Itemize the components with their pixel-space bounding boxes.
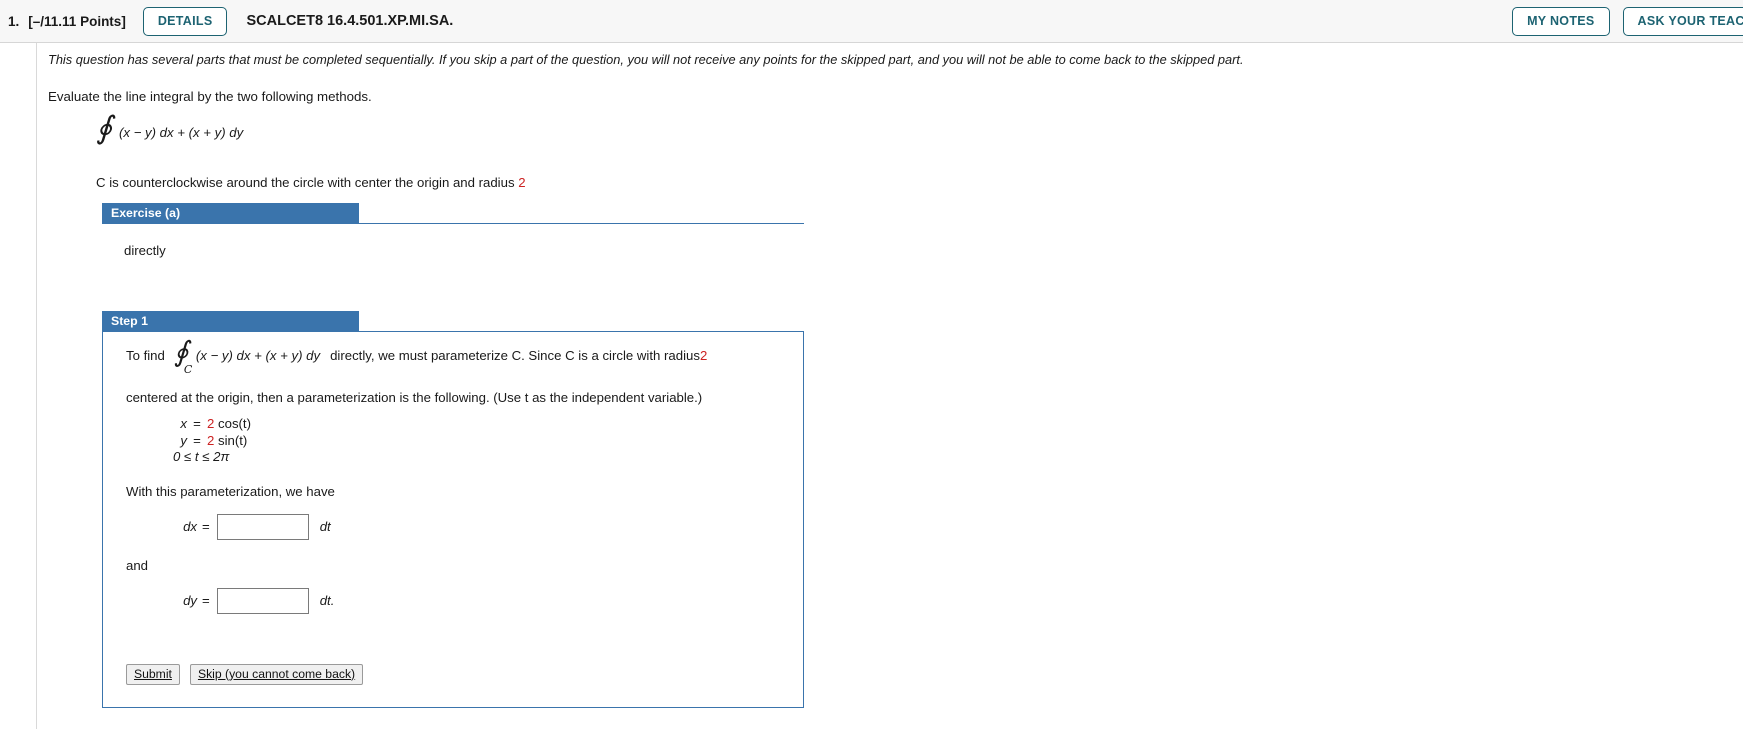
contour-integral-icon: ∮ bbox=[96, 110, 113, 146]
equation-row-x: x = 2 cos(t) bbox=[173, 416, 803, 433]
dx-equals-sign: = bbox=[202, 519, 210, 534]
ask-your-teacher-button[interactable]: ASK YOUR TEACHER bbox=[1622, 6, 1743, 36]
parameterization-equations: x = 2 cos(t) y = 2 sin(t) 0 ≤ t ≤ 2π bbox=[173, 416, 803, 466]
equation-y-rhs: sin(t) bbox=[218, 432, 248, 448]
step-integrand: (x − y) dx + (x + y) dy bbox=[195, 348, 321, 363]
question-body: This question has several parts that mus… bbox=[0, 43, 1743, 708]
equation-x-coefficient: 2 bbox=[207, 416, 215, 431]
contour-integral-c-icon: ∮ C bbox=[173, 335, 193, 377]
main-integral-expression: ∮ (x − y) dx + (x + y) dy bbox=[96, 110, 1743, 150]
step-section: Step 1 To find ∮ C (x − y) dx + (x + y) … bbox=[0, 311, 1743, 708]
with-parameterization-text: With this parameterization, we have bbox=[126, 483, 335, 499]
integral-integrand: (x − y) dx + (x + y) dy bbox=[119, 124, 244, 140]
sequential-parts-warning: This question has several parts that mus… bbox=[48, 52, 1244, 67]
question-header-bar: 1. [–/11.11 Points] DETAILS SCALCET8 16.… bbox=[0, 0, 1743, 43]
step-content-box: To find ∮ C (x − y) dx + (x + y) dy dire… bbox=[102, 332, 804, 708]
dx-input[interactable] bbox=[216, 513, 309, 540]
step-banner-rule bbox=[359, 331, 804, 332]
parameter-range: 0 ≤ t ≤ 2π bbox=[173, 449, 230, 464]
dy-input[interactable] bbox=[216, 587, 309, 614]
and-connector-text: and bbox=[126, 557, 149, 573]
step-line-one-tail: directly, we must parameterize C. Since … bbox=[330, 348, 700, 363]
step-to-find-label: To find bbox=[126, 348, 165, 363]
question-points: [–/11.11 Points] bbox=[28, 13, 126, 29]
dy-answer-row: dy = dt. bbox=[173, 587, 803, 614]
exercise-content: directly bbox=[124, 243, 166, 258]
dx-label: dx bbox=[183, 519, 197, 534]
dy-label: dy bbox=[183, 593, 197, 608]
equation-y-sign: = bbox=[193, 432, 201, 448]
step-line-one: To find ∮ C (x − y) dx + (x + y) dy dire… bbox=[126, 336, 803, 378]
equation-y-lhs: y bbox=[180, 432, 187, 448]
step-banner-wrap: Step 1 bbox=[102, 311, 804, 332]
exercise-banner-label: Exercise (a) bbox=[102, 203, 359, 224]
curve-radius-value: 2 bbox=[518, 175, 526, 190]
exercise-section: Exercise (a) directly bbox=[0, 203, 1743, 258]
details-button[interactable]: DETAILS bbox=[142, 6, 228, 36]
equation-y-coefficient: 2 bbox=[207, 432, 215, 448]
equation-row-y: y = 2 sin(t) bbox=[173, 433, 803, 450]
equation-x-rhs: cos(t) bbox=[218, 416, 251, 431]
submit-button[interactable]: Submit bbox=[126, 663, 180, 685]
my-notes-button[interactable]: MY NOTES bbox=[1512, 6, 1610, 36]
dy-equals-sign: = bbox=[202, 593, 210, 608]
step-button-row: Submit Skip (you cannot come back) bbox=[126, 663, 803, 685]
curve-description-text: C is counterclockwise around the circle … bbox=[96, 175, 519, 190]
skip-button[interactable]: Skip (you cannot come back) bbox=[189, 663, 364, 685]
equation-x-lhs: x bbox=[180, 416, 187, 431]
header-actions: MY NOTES ASK YOUR TEACHER bbox=[1512, 6, 1743, 36]
curve-description: C is counterclockwise around the circle … bbox=[96, 175, 1743, 190]
dy-unit-label: dt. bbox=[319, 593, 335, 608]
dx-unit-label: dt bbox=[319, 519, 331, 534]
question-prompt: Evaluate the line integral by the two fo… bbox=[48, 89, 372, 104]
step-banner-label: Step 1 bbox=[102, 311, 359, 332]
exercise-banner-rule bbox=[359, 223, 804, 224]
step-line-two: centered at the origin, then a parameter… bbox=[126, 390, 703, 405]
question-id-label: SCALCET8 16.4.501.XP.MI.SA. bbox=[246, 13, 454, 29]
step-radius-value: 2 bbox=[699, 348, 708, 363]
dx-answer-row: dx = dt bbox=[173, 513, 803, 540]
exercise-banner-wrap: Exercise (a) bbox=[102, 203, 804, 224]
equation-x-sign: = bbox=[193, 416, 201, 431]
question-number: 1. bbox=[8, 13, 20, 29]
